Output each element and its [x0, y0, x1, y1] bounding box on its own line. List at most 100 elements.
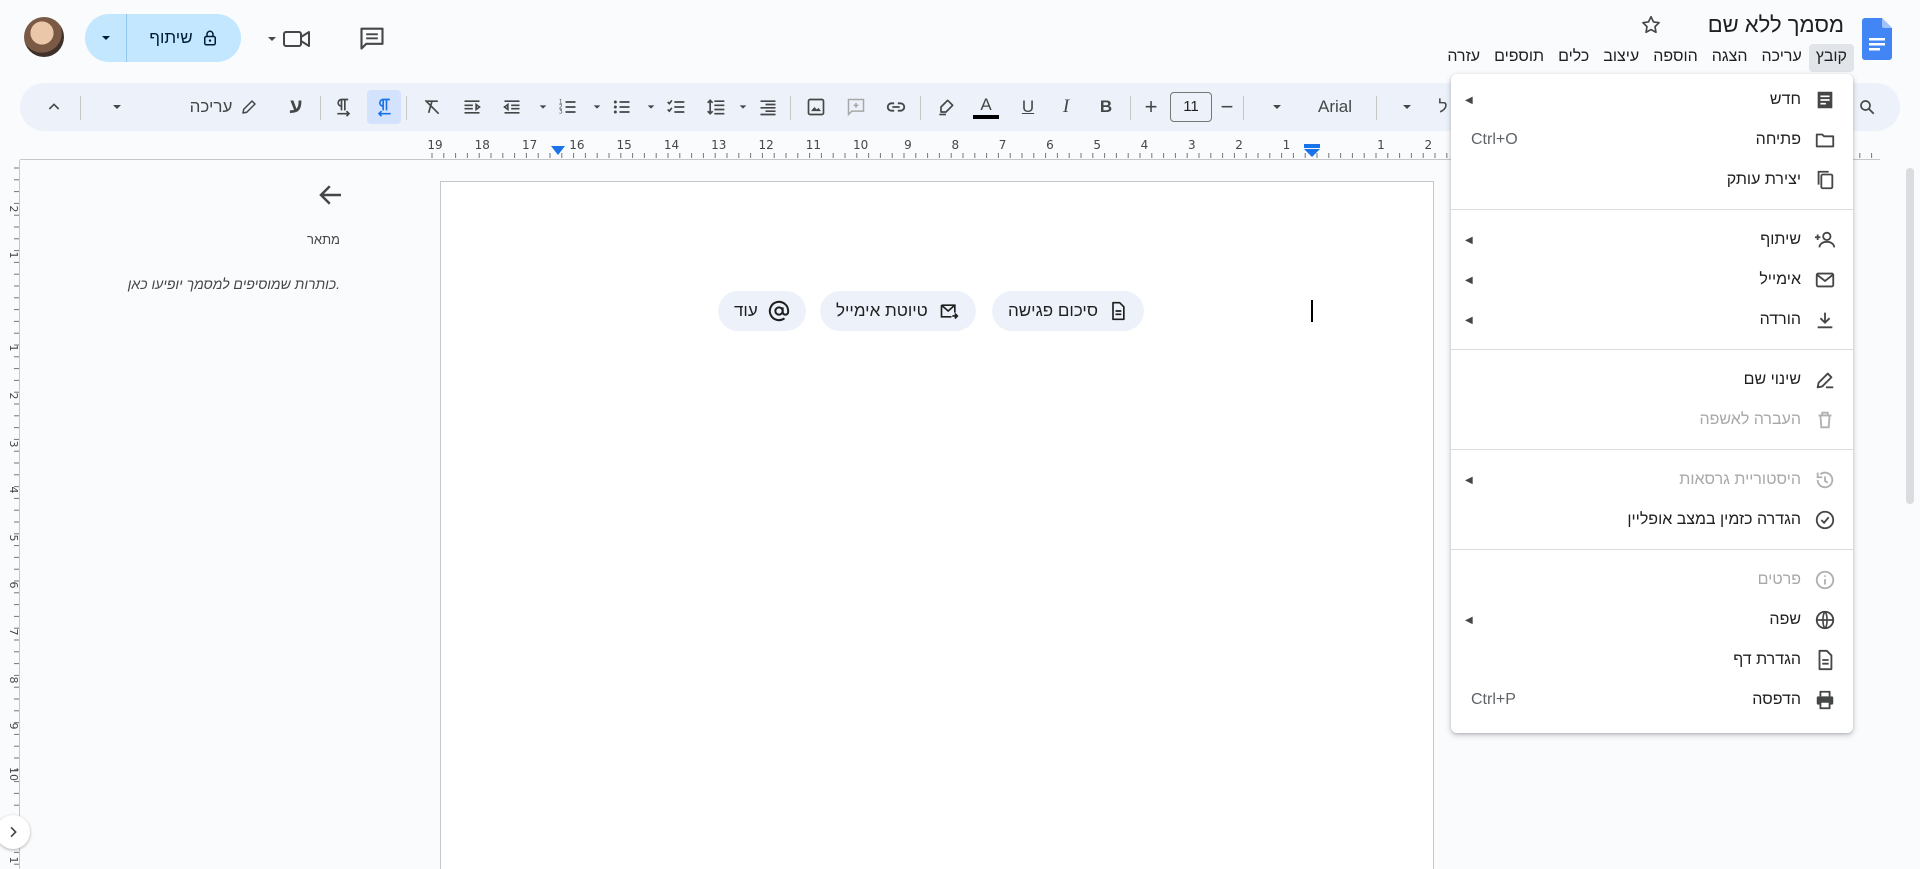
ruler-number: 16 [569, 138, 584, 152]
clear-formatting-icon[interactable] [416, 83, 448, 131]
ruler-number: 3 [1188, 138, 1196, 152]
text-color-swatch [973, 114, 999, 119]
menu-item-label: הדפסה [1752, 691, 1801, 708]
star-icon[interactable] [1640, 14, 1662, 36]
meeting-notes-chip[interactable]: סיכום פגישה [992, 291, 1144, 331]
submenu-arrow-icon: ◀ [1465, 314, 1473, 326]
ruler-number: 2 [1235, 138, 1243, 152]
svg-text:3: 3 [559, 110, 563, 116]
menu-item-label: שפה [1769, 611, 1801, 628]
decrease-font-size-button[interactable]: − [1214, 83, 1240, 131]
submenu-arrow-icon: ◀ [1465, 274, 1473, 286]
more-chip[interactable]: עוד [718, 291, 806, 331]
toolbar-separator [320, 96, 321, 120]
menu-item-label: הגדרה כזמין במצב אופליין [1627, 511, 1801, 528]
meet-button[interactable] [266, 24, 326, 54]
avatar[interactable] [24, 17, 64, 57]
editing-mode-select[interactable]: עריכה [174, 83, 274, 131]
menu-item-label: שיתוף [1760, 231, 1801, 248]
share-dropdown-button[interactable] [85, 14, 127, 62]
menu-item-page-setup[interactable]: הגדרת דף [1451, 640, 1853, 680]
editing-dropdown-icon[interactable] [102, 83, 132, 131]
bullets-dropdown-icon[interactable] [590, 83, 604, 131]
decrease-indent-icon[interactable] [496, 83, 528, 131]
toolbar-separator [80, 96, 81, 120]
menu-extensions[interactable]: תוספים [1487, 44, 1551, 72]
menu-item-share[interactable]: שיתוף ◀ [1451, 220, 1853, 260]
print-icon [1813, 688, 1837, 712]
align-right-icon[interactable] [752, 83, 784, 131]
numbered-dropdown-icon[interactable] [536, 83, 550, 131]
left-indent-marker[interactable] [1304, 144, 1320, 158]
bold-button[interactable]: B [1090, 83, 1122, 131]
ruler-number: 10 [7, 767, 20, 781]
highlight-pen-icon[interactable] [930, 83, 962, 131]
arrow-back-icon[interactable] [316, 180, 348, 212]
chevron-up-icon[interactable] [38, 83, 70, 131]
rtl-paragraph-icon[interactable] [367, 90, 401, 124]
increase-indent-icon[interactable] [456, 83, 488, 131]
menu-item-open[interactable]: פתיחה Ctrl+O [1451, 120, 1853, 160]
menu-item-make-copy[interactable]: יצירת עותק [1451, 160, 1853, 200]
align-dropdown-icon[interactable] [736, 83, 750, 131]
underline-button[interactable]: U [1012, 83, 1044, 131]
add-comment-icon[interactable] [840, 83, 872, 131]
chevron-right-icon[interactable] [0, 815, 30, 849]
menu-item-language[interactable]: שפה ◀ [1451, 600, 1853, 640]
share-button[interactable]: שיתוף [85, 14, 241, 62]
text-color-button[interactable]: A [970, 83, 1002, 131]
menu-format[interactable]: עיצוב [1596, 44, 1646, 72]
document-page[interactable] [440, 181, 1434, 869]
menu-edit[interactable]: עריכה [1755, 44, 1809, 72]
font-name-select[interactable]: Arial [1300, 83, 1370, 131]
font-dropdown-icon[interactable] [1262, 83, 1292, 131]
ltr-paragraph-icon[interactable] [328, 83, 360, 131]
document-title[interactable]: מסמך ללא שם [1708, 12, 1844, 38]
menu-file[interactable]: קובץ [1808, 44, 1854, 72]
email-draft-label: טיוטת אימייל [836, 301, 928, 320]
outline-empty-message: כותרות שמוסיפים למסמך יופיעו כאן. [127, 276, 340, 292]
font-size-input[interactable]: 11 [1170, 92, 1212, 122]
menu-item-email[interactable]: אימייל ◀ [1451, 260, 1853, 300]
docs-logo-icon[interactable] [1862, 18, 1892, 60]
increase-font-size-button[interactable]: + [1138, 83, 1164, 131]
bulleted-list-icon[interactable] [606, 83, 638, 131]
menu-item-make-available-offline[interactable]: הגדרה כזמין במצב אופליין [1451, 500, 1853, 540]
menu-item-print[interactable]: הדפסה Ctrl+P [1451, 680, 1853, 720]
menu-tools[interactable]: כלים [1551, 44, 1596, 72]
menu-view[interactable]: הצגה [1705, 44, 1755, 72]
numbered-list-icon[interactable]: 123 [552, 83, 584, 131]
ruler-number: 1 [1283, 138, 1291, 152]
insert-link-icon[interactable] [880, 83, 912, 131]
menu-insert[interactable]: הוספה [1646, 44, 1705, 72]
right-indent-marker[interactable] [551, 146, 565, 158]
menu-item-download[interactable]: הורדה ◀ [1451, 300, 1853, 340]
vertical-ruler[interactable]: 2 1 1 2 3 4 5 6 7 8 9 10 1 [0, 160, 20, 869]
menu-help[interactable]: עזרה [1440, 44, 1487, 72]
menu-item-new[interactable]: חדש ◀ [1451, 80, 1853, 120]
style-dropdown-icon[interactable] [1392, 83, 1422, 131]
comments-icon[interactable] [358, 24, 388, 54]
ruler-number: 2 [7, 393, 20, 400]
menu-divider [1451, 349, 1853, 350]
line-spacing-icon[interactable] [700, 83, 732, 131]
checklist-dropdown-icon[interactable] [644, 83, 658, 131]
hebrew-input-button[interactable]: ע [280, 83, 312, 131]
menu-item-rename[interactable]: שינוי שם [1451, 360, 1853, 400]
search-menus-icon[interactable] [1850, 83, 1884, 131]
ruler-number: 1 [7, 345, 20, 352]
globe-icon [1813, 608, 1837, 632]
ruler-number: 7 [999, 138, 1007, 152]
vertical-scrollbar[interactable] [1906, 168, 1914, 504]
ruler-number: 1 [7, 857, 20, 864]
insert-image-icon[interactable] [800, 83, 832, 131]
ruler-number: 4 [7, 487, 20, 494]
checklist-icon[interactable] [660, 83, 692, 131]
submenu-arrow-icon: ◀ [1465, 234, 1473, 246]
ruler-number: 5 [7, 535, 20, 542]
italic-button[interactable]: I [1050, 83, 1082, 131]
toolbar-separator [406, 96, 407, 120]
email-draft-chip[interactable]: טיוטת אימייל [820, 291, 976, 331]
folder-icon [1813, 128, 1837, 152]
ruler-number: 9 [7, 723, 20, 730]
